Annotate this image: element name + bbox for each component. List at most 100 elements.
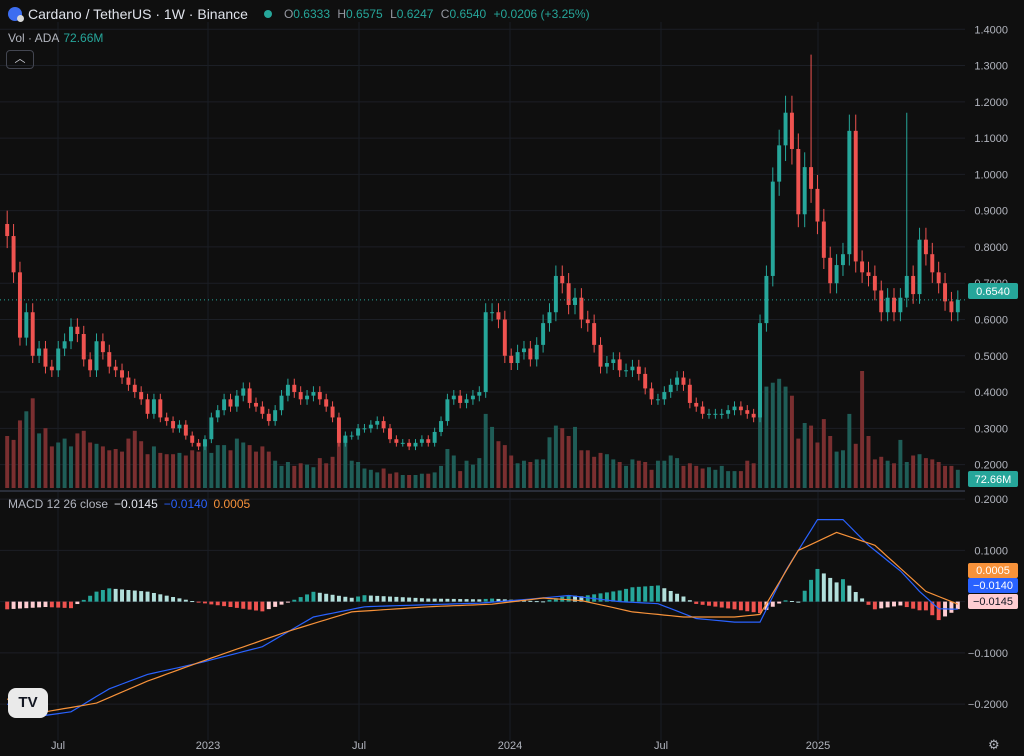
volume-bar (809, 425, 814, 488)
volume-bar (777, 378, 782, 488)
macd-histogram-bar (949, 601, 954, 613)
macd-histogram-bar (662, 588, 667, 602)
volume-bar (560, 428, 565, 488)
candle-body (553, 275, 558, 313)
volume-bar (305, 464, 310, 488)
volume-bar (139, 441, 144, 488)
candle-body (745, 410, 750, 414)
candle-body (285, 384, 290, 396)
volume-bars (5, 371, 960, 488)
macd-histogram-bar (196, 601, 201, 603)
candle-body (190, 435, 195, 443)
macd-histogram-bar (145, 591, 150, 602)
candle-body (273, 410, 278, 422)
candle-body (324, 399, 329, 407)
candle-body (687, 384, 692, 403)
macd-tick-label: 0.1000 (974, 545, 1008, 557)
macd-histogram-bar (202, 601, 207, 604)
candle-body (866, 272, 871, 276)
macd-histogram-bar (955, 601, 960, 610)
volume-bar (209, 452, 214, 488)
macd-histogram-bar (687, 600, 692, 602)
candle-body (860, 261, 865, 273)
candle-body (37, 348, 42, 356)
volume-bar (120, 451, 125, 488)
volume-bar (930, 459, 935, 488)
volume-bar (898, 439, 903, 488)
volume-bar (579, 450, 584, 488)
macd-histogram-bar (317, 592, 322, 602)
macd-histogram-bar (349, 597, 354, 602)
macd-histogram-bar (324, 593, 329, 602)
macd-histogram-bar (5, 601, 10, 610)
close-value: 0.6540 (449, 7, 487, 21)
candle-body (815, 188, 820, 222)
volume-bar (311, 467, 316, 488)
macd-histogram-bar (477, 599, 482, 602)
volume-bar (285, 462, 290, 488)
macd-legend[interactable]: MACD 12 26 close −0.0145 −0.0140 0.0005 (8, 497, 250, 511)
volume-bar (732, 471, 737, 488)
macd-histogram-bar (330, 594, 335, 602)
candle-body (413, 442, 418, 447)
candle-body (368, 424, 373, 429)
candle-body (560, 275, 565, 284)
high-label: H (337, 7, 347, 21)
volume-badge-text: 72.66M (975, 474, 1012, 486)
candle-body (400, 442, 405, 444)
volume-bar (955, 469, 960, 488)
macd-histogram-bar (190, 601, 195, 603)
candle-body (100, 341, 105, 353)
volume-bar (362, 468, 367, 488)
volume-bar (445, 449, 450, 488)
volume-bar (171, 454, 176, 488)
macd-legend-label: MACD 12 26 close (8, 497, 109, 511)
volume-bar (202, 443, 207, 488)
volume-bar (541, 459, 546, 488)
macd-hist-badge: 0.0005 (968, 563, 1018, 578)
macd-histogram-bar (445, 598, 450, 602)
candle-body (145, 399, 150, 414)
settings-gear-icon[interactable]: ⚙ (988, 737, 1000, 753)
volume-bar (815, 442, 820, 488)
volume-bar (324, 463, 329, 488)
macd-histogram-bar (796, 601, 801, 603)
macd-histogram-bar (305, 594, 310, 602)
candle-body (668, 384, 673, 393)
candle-body (439, 421, 444, 432)
macd-histogram-bar (911, 601, 916, 609)
volume-bar (840, 450, 845, 488)
chart-canvas[interactable]: 1.4000 1.3000 1.2000 1.1000 1.0000 0.9000 0.80… (0, 0, 1024, 756)
candle-body (770, 181, 775, 276)
time-axis: Jul 2023 Jul 2024 Jul 2025 (51, 740, 830, 752)
macd-histogram-bar (892, 601, 896, 607)
macd-histogram-bar (413, 597, 418, 602)
macd-histogram-bar (43, 601, 48, 608)
macd-histogram-bar (139, 591, 144, 602)
candle-body (719, 413, 724, 415)
volume-bar (24, 411, 29, 488)
macd-histogram-bar (11, 601, 16, 609)
volume-bar (196, 451, 201, 488)
volume-bar (611, 459, 616, 488)
low-label: L (390, 7, 397, 21)
volume-bar (5, 436, 10, 488)
macd-histogram-bar (923, 601, 928, 611)
volume-legend[interactable]: Vol · ADA 72.66M (8, 31, 103, 45)
candle-body (534, 344, 539, 360)
symbol-title[interactable]: Cardano / TetherUS · 1W · Binance (28, 6, 248, 22)
macd-histogram-bar (668, 590, 673, 602)
macd-histogram-bar (541, 601, 546, 603)
candle-body (305, 395, 310, 400)
collapse-legend-button[interactable]: ︿ (6, 50, 34, 69)
tradingview-logo-icon[interactable]: TV (8, 688, 48, 718)
candle-body (62, 341, 67, 349)
candle-body (566, 283, 571, 305)
volume-bar (911, 455, 916, 488)
candle-body (943, 283, 948, 302)
volume-bar (470, 464, 475, 488)
candle-body (375, 421, 380, 425)
candle-body (483, 312, 488, 393)
candle-body (694, 402, 699, 407)
cardano-logo-icon (8, 7, 24, 22)
